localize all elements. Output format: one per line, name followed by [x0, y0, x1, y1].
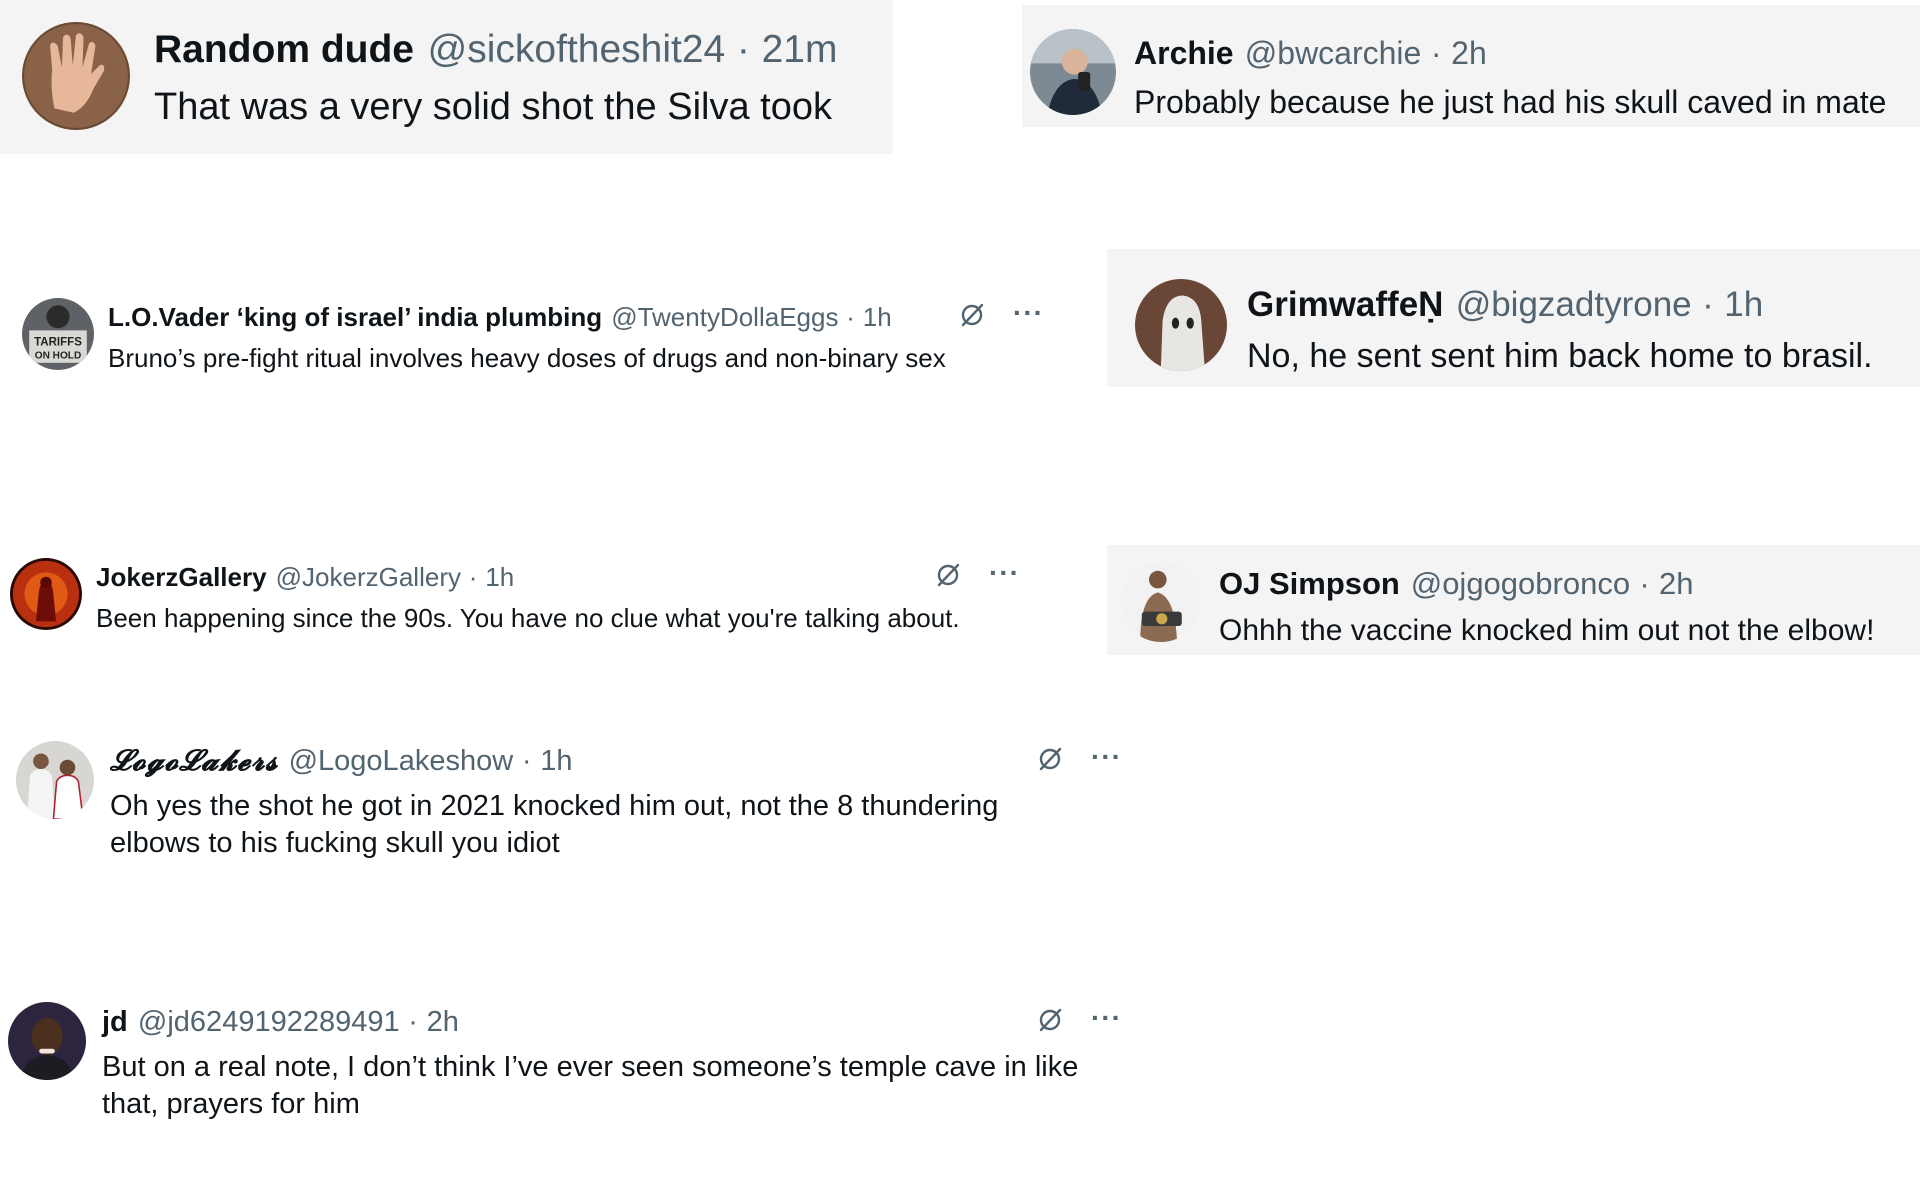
tweet-actions: ···	[957, 299, 1044, 330]
avatar[interactable]	[10, 558, 82, 630]
meta-separator: ·	[468, 562, 478, 592]
tweet-text: That was a very solid shot the Silva too…	[154, 86, 832, 128]
svg-text:ON HOLD: ON HOLD	[35, 350, 81, 361]
tweet-actions: ···	[1035, 1004, 1122, 1035]
timestamp[interactable]: 2h	[1659, 566, 1693, 602]
ghost-icon	[1135, 279, 1227, 371]
avatar[interactable]	[1135, 279, 1227, 371]
author-handle[interactable]: @jd6249192289491	[138, 1006, 400, 1039]
basketball-players-icon	[16, 741, 94, 819]
reply-tweet-lovader[interactable]: TARIFFS ON HOLD L.O.Vader ‘king of israe…	[0, 290, 1040, 390]
avatar[interactable]: TARIFFS ON HOLD	[22, 298, 94, 370]
reply-tweet-jd[interactable]: jd @jd6249192289491 · 2h But on a real n…	[0, 996, 1120, 1126]
more-options-icon[interactable]: ···	[1091, 1004, 1122, 1032]
author-name[interactable]: Random dude	[154, 28, 414, 72]
meta-separator: ·	[846, 302, 855, 332]
timestamp[interactable]: 1h	[540, 745, 572, 778]
tweet-text: No, he sent sent him back home to brasil…	[1247, 337, 1873, 375]
reply-tweet-random-dude[interactable]: Random dude @sickoftheshit24 · 21m That …	[0, 0, 893, 154]
author-handle[interactable]: @TwentyDollaEggs	[611, 302, 838, 333]
author-handle[interactable]: @sickoftheshit24	[428, 28, 726, 72]
author-name[interactable]: OJ Simpson	[1219, 566, 1400, 602]
more-options-icon[interactable]: ···	[1013, 299, 1044, 327]
author-name[interactable]: GrimwaffeṆ	[1247, 285, 1443, 325]
meta-separator: ·	[1430, 35, 1442, 71]
meta-separator: ·	[1639, 566, 1650, 601]
author-name[interactable]: L.O.Vader ‘king of israel’ india plumbin…	[108, 302, 602, 333]
more-options-icon[interactable]: ···	[989, 559, 1020, 587]
author-name[interactable]: jd	[102, 1006, 128, 1039]
author-handle[interactable]: @JokerzGallery	[276, 562, 461, 593]
portrait-icon	[8, 1002, 86, 1080]
reply-tweet-grimwaffe[interactable]: GrimwaffeṆ @bigzadtyrone · 1h No, he sen…	[1107, 249, 1920, 387]
timestamp[interactable]: 1h	[1724, 285, 1763, 325]
raised-hand-icon	[22, 22, 130, 130]
grok-icon[interactable]	[933, 560, 963, 590]
tweet-text-line: But on a real note, I don’t think I’ve e…	[102, 1051, 1079, 1083]
tweet-text: Been happening since the 90s. You have n…	[96, 603, 960, 633]
reply-tweet-archie[interactable]: Archie @bwcarchie · 2h Probably because …	[1022, 5, 1920, 127]
reply-tweet-oj-simpson[interactable]: OJ Simpson @ojgogobronco · 2h Ohhh the v…	[1107, 545, 1920, 655]
author-name[interactable]: JokerzGallery	[96, 562, 267, 593]
avatar[interactable]	[1121, 562, 1201, 642]
timestamp[interactable]: 1h	[485, 562, 514, 593]
author-handle[interactable]: @ojgogobronco	[1411, 566, 1630, 602]
meta-separator: ·	[736, 28, 750, 71]
timestamp[interactable]: 1h	[863, 302, 892, 333]
tweet-actions: ···	[933, 559, 1020, 590]
tariffs-sign-icon: TARIFFS ON HOLD	[22, 298, 94, 370]
tweet-text: Probably because he just had his skull c…	[1134, 84, 1887, 120]
fighter-belt-icon	[1121, 562, 1201, 642]
grok-icon[interactable]	[1035, 1005, 1065, 1035]
grok-icon[interactable]	[957, 300, 987, 330]
avatar[interactable]	[22, 22, 130, 130]
tweet-text-line: that, prayers for him	[102, 1088, 360, 1120]
meta-separator: ·	[1702, 285, 1714, 324]
tweet-text-line: Oh yes the shot he got in 2021 knocked h…	[110, 790, 999, 822]
tweet-text: Bruno’s pre-fight ritual involves heavy …	[108, 343, 946, 373]
svg-text:TARIFFS: TARIFFS	[34, 337, 82, 349]
timestamp[interactable]: 2h	[427, 1006, 459, 1039]
more-options-icon[interactable]: ···	[1091, 743, 1122, 771]
avatar[interactable]	[16, 741, 94, 819]
tweet-text-line: elbows to his fucking skull you idiot	[110, 827, 560, 859]
red-figure-icon	[10, 558, 82, 630]
reply-tweet-logolakers[interactable]: 𝓛𝓸𝓰𝓸𝓛𝓪𝓴𝓮𝓻𝓼 @LogoLakeshow · 1h Oh yes the…	[0, 735, 1110, 865]
author-name[interactable]: Archie	[1134, 35, 1234, 72]
timestamp[interactable]: 21m	[762, 28, 838, 72]
author-handle[interactable]: @LogoLakeshow	[289, 745, 514, 778]
tweet-text: Ohhh the vaccine knocked him out not the…	[1219, 614, 1875, 647]
meta-separator: ·	[408, 1006, 418, 1038]
timestamp[interactable]: 2h	[1451, 35, 1487, 72]
meta-separator: ·	[521, 745, 532, 777]
author-handle[interactable]: @bwcarchie	[1245, 35, 1422, 72]
reply-tweet-jokerzgallery[interactable]: JokerzGallery @JokerzGallery · 1h Been h…	[0, 550, 1040, 650]
avatar[interactable]	[8, 1002, 86, 1080]
tweet-actions: ···	[1035, 743, 1122, 774]
selfie-icon	[1030, 29, 1116, 115]
author-name[interactable]: 𝓛𝓸𝓰𝓸𝓛𝓪𝓴𝓮𝓻𝓼	[110, 745, 278, 778]
avatar[interactable]	[1030, 29, 1116, 115]
author-handle[interactable]: @bigzadtyrone	[1456, 285, 1692, 325]
grok-icon[interactable]	[1035, 744, 1065, 774]
